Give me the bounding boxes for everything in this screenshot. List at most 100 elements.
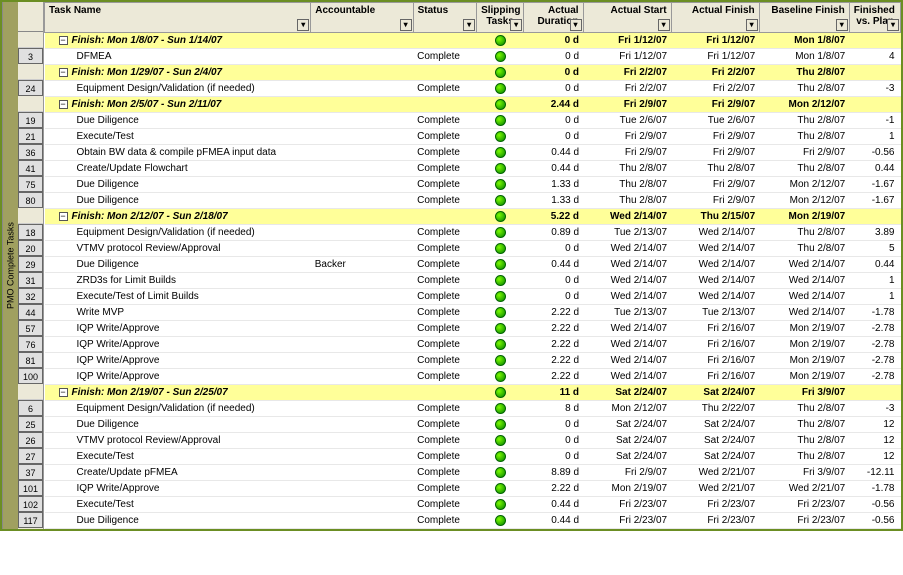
task-row[interactable]: Due DiligenceComplete1.33 dThu 2/8/07Fri… [45,177,901,193]
row-number[interactable]: 37 [18,464,43,480]
col-accountable[interactable]: Accountable▾ [311,3,413,33]
task-row[interactable]: Execute/TestComplete0 dFri 2/9/07Fri 2/9… [45,129,901,145]
col-variance[interactable]: Finished vs. Plan▾ [849,3,900,33]
row-number[interactable]: 57 [18,320,43,336]
collapse-icon[interactable]: − [59,36,68,45]
task-row[interactable]: Equipment Design/Validation (if needed)C… [45,401,901,417]
status-dot-icon [495,211,506,222]
task-row[interactable]: IQP Write/ApproveComplete2.22 dWed 2/14/… [45,321,901,337]
task-row[interactable]: Create/Update FlowchartComplete0.44 dThu… [45,161,901,177]
task-row[interactable]: Due DiligenceComplete0 dTue 2/6/07Tue 2/… [45,113,901,129]
collapse-icon[interactable]: − [59,68,68,77]
collapse-icon[interactable]: − [59,212,68,221]
row-number[interactable]: 6 [18,400,43,416]
row-number[interactable]: 21 [18,128,43,144]
task-row[interactable]: Equipment Design/Validation (if needed)C… [45,225,901,241]
task-row[interactable]: Due DiligenceComplete0 dSat 2/24/07Sat 2… [45,417,901,433]
row-number[interactable] [18,208,43,224]
filter-icon[interactable]: ▾ [510,19,522,31]
row-number[interactable]: 25 [18,416,43,432]
cell-start: Wed 2/14/07 [583,337,671,353]
task-row[interactable]: IQP Write/ApproveComplete2.22 dMon 2/19/… [45,481,901,497]
cell-status: Complete [413,81,476,97]
task-row[interactable]: IQP Write/ApproveComplete2.22 dWed 2/14/… [45,369,901,385]
row-number[interactable]: 117 [18,512,43,528]
filter-icon[interactable]: ▾ [836,19,848,31]
filter-icon[interactable]: ▾ [297,19,309,31]
row-number[interactable]: 31 [18,272,43,288]
collapse-icon[interactable]: − [59,388,68,397]
task-name: IQP Write/Approve [49,339,160,350]
group-row[interactable]: −Finish: Mon 1/8/07 - Sun 1/14/070 dFri … [45,33,901,49]
filter-icon[interactable]: ▾ [570,19,582,31]
task-row[interactable]: DFMEAComplete0 dFri 1/12/07Fri 1/12/07Mo… [45,49,901,65]
row-number[interactable]: 44 [18,304,43,320]
group-row[interactable]: −Finish: Mon 2/5/07 - Sun 2/11/072.44 dF… [45,97,901,113]
col-baseline[interactable]: Baseline Finish▾ [759,3,849,33]
col-slipping[interactable]: Slipping Tasks▾ [477,3,524,33]
task-row[interactable]: Execute/TestComplete0 dSat 2/24/07Sat 2/… [45,449,901,465]
status-dot-icon [495,35,506,46]
filter-icon[interactable]: ▾ [463,19,475,31]
task-row[interactable]: VTMV protocol Review/ApprovalComplete0 d… [45,241,901,257]
task-row[interactable]: ZRD3s for Limit BuildsComplete0 dWed 2/1… [45,273,901,289]
cell-duration: 0.44 d [524,497,583,513]
col-duration[interactable]: Actual Duration▾ [524,3,583,33]
row-number[interactable]: 101 [18,480,43,496]
task-row[interactable]: IQP Write/ApproveComplete2.22 dWed 2/14/… [45,337,901,353]
row-number[interactable]: 76 [18,336,43,352]
task-row[interactable]: Execute/TestComplete0.44 dFri 2/23/07Fri… [45,497,901,513]
cell-duration: 0.89 d [524,225,583,241]
task-row[interactable]: Execute/Test of Limit BuildsComplete0 dW… [45,289,901,305]
row-number[interactable] [18,384,43,400]
row-number[interactable] [18,32,43,48]
task-row[interactable]: IQP Write/ApproveComplete2.22 dWed 2/14/… [45,353,901,369]
task-row[interactable]: Equipment Design/Validation (if needed)C… [45,81,901,97]
cell-variance: 5 [849,241,900,257]
cell-finish: Tue 2/13/07 [671,305,759,321]
col-start[interactable]: Actual Start▾ [583,3,671,33]
cell-variance: 4 [849,49,900,65]
task-name: Create/Update Flowchart [49,163,188,174]
row-number[interactable] [18,64,43,80]
filter-icon[interactable]: ▾ [746,19,758,31]
task-row[interactable]: VTMV protocol Review/ApprovalComplete0 d… [45,433,901,449]
row-number[interactable]: 3 [18,48,43,64]
group-row[interactable]: −Finish: Mon 2/12/07 - Sun 2/18/075.22 d… [45,209,901,225]
row-number[interactable]: 32 [18,288,43,304]
row-number[interactable]: 27 [18,448,43,464]
row-number[interactable]: 29 [18,256,43,272]
cell-baseline: Fri 2/23/07 [759,513,849,529]
task-row[interactable]: Obtain BW data & compile pFMEA input dat… [45,145,901,161]
group-row[interactable]: −Finish: Mon 1/29/07 - Sun 2/4/070 dFri … [45,65,901,81]
row-number[interactable]: 75 [18,176,43,192]
row-number[interactable]: 26 [18,432,43,448]
row-number[interactable]: 36 [18,144,43,160]
row-number[interactable]: 81 [18,352,43,368]
filter-icon[interactable]: ▾ [400,19,412,31]
col-finish[interactable]: Actual Finish▾ [671,3,759,33]
row-number[interactable]: 41 [18,160,43,176]
row-number[interactable]: 20 [18,240,43,256]
cell-status: Complete [413,273,476,289]
row-number[interactable] [18,96,43,112]
collapse-icon[interactable]: − [59,100,68,109]
filter-icon[interactable]: ▾ [887,19,899,31]
row-number[interactable]: 80 [18,192,43,208]
filter-icon[interactable]: ▾ [658,19,670,31]
row-number[interactable]: 19 [18,112,43,128]
task-row[interactable]: Write MVPComplete2.22 dTue 2/13/07Tue 2/… [45,305,901,321]
group-row[interactable]: −Finish: Mon 2/19/07 - Sun 2/25/0711 dSa… [45,385,901,401]
sidebar-tab[interactable]: PMO Complete Tasks [2,2,18,529]
task-row[interactable]: Due DiligenceComplete0.44 dFri 2/23/07Fr… [45,513,901,529]
task-row[interactable]: Due DiligenceBackerComplete0.44 dWed 2/1… [45,257,901,273]
row-number[interactable]: 100 [18,368,43,384]
task-row[interactable]: Due DiligenceComplete1.33 dThu 2/8/07Fri… [45,193,901,209]
col-task[interactable]: Task Name▾ [45,3,311,33]
task-name: Due Diligence [49,419,139,430]
col-status[interactable]: Status▾ [413,3,476,33]
task-row[interactable]: Create/Update pFMEAComplete8.89 dFri 2/9… [45,465,901,481]
row-number[interactable]: 102 [18,496,43,512]
row-number[interactable]: 18 [18,224,43,240]
row-number[interactable]: 24 [18,80,43,96]
